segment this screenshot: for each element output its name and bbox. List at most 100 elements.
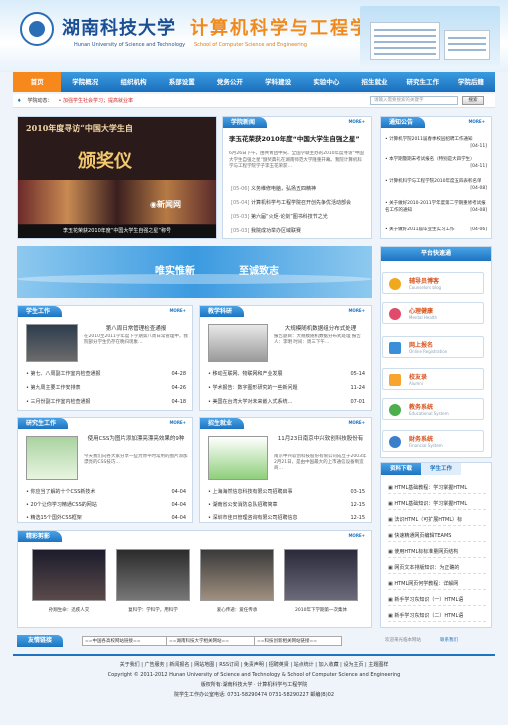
banner-text-2: 至诚致志 [239,266,279,277]
header: 湖南科技大学 计算机科学与工程学院 Hunan University of Sc… [0,0,508,72]
download-item[interactable]: ▣ 新手学习东知识（二）HTML语 [388,610,486,622]
student-work-item[interactable]: • 第九周主要工作安排表 04-26 [26,384,186,392]
alumni-button[interactable]: 校友录 Alumni [382,368,484,390]
footer-link[interactable]: 主题图样 [368,662,388,668]
gallery-photo[interactable] [116,549,190,601]
nav-item-overview[interactable]: 学院概况 [61,72,109,92]
footer-link[interactable]: RSS订阅 [219,662,239,668]
footer-link[interactable]: 招聘英贤 [269,662,289,668]
research-box: 教学科研 MORE+ 大规模随机数据组分布式处理 报告题目：大规模随机数据分布式… [199,305,372,411]
news-item[interactable]: [05-06] 义务维修电脑，弘扬五四精神 [231,185,365,193]
student-work-feature-title[interactable]: 第八周日常管理检查通报 [84,324,188,332]
research-feature-title[interactable]: 大规模随机数据组分布式处理 [274,324,367,332]
footer-link[interactable]: 网站地图 [194,662,214,668]
nav-item-discipline[interactable]: 学科建设 [254,72,302,92]
graduate-work-thumbnail[interactable] [26,436,78,480]
student-work-thumbnail[interactable] [26,324,78,362]
research-item[interactable]: • 移动互联网、物联网和产业发展 05-14 [208,370,365,378]
footer-link[interactable]: 关于我们 [120,662,140,668]
download-item[interactable]: ▣ HTML基础教程：学习掌握HTML [388,482,486,494]
graduate-work-more-link[interactable]: MORE+ [169,420,186,425]
download-item[interactable]: ▣ HTML基础知识：学习掌握HTML [388,498,486,510]
educational-system-button[interactable]: 教务系统 Educational System [382,398,484,420]
notice-item[interactable]: • 关于做好2010-2011学年度第二学期重修考试报名工作的通知 [04-08… [385,201,487,214]
notice-item[interactable]: • 关于做好2011届毕业生实习工作 [04-06] [385,227,487,237]
research-thumbnail[interactable] [208,324,268,362]
footer-link[interactable]: 新闻报名 [169,662,189,668]
downloads-tab[interactable]: 资料下载 [381,463,421,475]
gallery-caption[interactable]: 爱心传递：爱任传承 [200,607,274,613]
download-item[interactable]: ▣ 网页文本排版知识：为正确的 [388,562,486,574]
nav-item-departments[interactable]: 系部设置 [158,72,206,92]
footer-link[interactable]: 广告服务 [145,662,165,668]
nav-item-archive[interactable]: 学院后籍 [447,72,495,92]
footer-link[interactable]: 设为主页 [343,662,363,668]
news-headline[interactable]: 李玉花荣获2010年度“中国大学生自强之星” [229,135,367,144]
nav-item-admission[interactable]: 招生就业 [350,72,398,92]
online-registration-button[interactable]: 网上报名 Online Registration [382,336,484,358]
recruit-item[interactable]: • 深圳市佳日管理咨询有限公司招聘信息 12-15 [208,514,365,522]
announcement-marquee[interactable]: • 加强学生社会学习；提高就业率 [59,97,134,104]
notices-more-link[interactable]: MORE+ [468,119,485,124]
gallery-photo[interactable] [284,549,358,601]
gallery-more-link[interactable]: MORE+ [348,533,365,538]
research-more-link[interactable]: MORE+ [348,308,365,313]
gallery-photo[interactable] [32,549,106,601]
blog-icon [389,278,401,290]
research-item[interactable]: • 美国在台湾大学对未来嵌入式系统… 07-01 [208,398,365,406]
student-work-tab[interactable]: 学生工作 [421,463,461,475]
footer-link[interactable]: 加入收藏 [319,662,339,668]
contact-us-link[interactable]: 联系我们 [440,637,458,643]
gallery-photo[interactable] [200,549,274,601]
innovation-links-select[interactable]: ==科技创新相关网站链接== [254,636,342,646]
research-item[interactable]: • 学术报告：数字图形研究的一些新问题 11-24 [208,384,365,392]
student-work-more-link[interactable]: MORE+ [169,308,186,313]
main-nav: 首页 学院概况 组织机构 系部设置 党务公开 学科建设 实验中心 招生就业 研究… [13,72,495,92]
focus-award-text: 颁奖仪 [78,151,132,172]
news-item[interactable]: [05-03] 我院成功举办区域联赛 [231,227,365,235]
notice-item[interactable]: • 计算机学院2011届春季校园招聘工作通知 [04-11] [385,137,487,150]
recruit-thumbnail[interactable] [208,436,268,480]
footer-link[interactable]: 免责声明 [244,662,264,668]
graduate-work-feature-title[interactable]: 使用CSS为图片添加漂亮漂亮效果的9种 [84,436,188,443]
search-input[interactable]: 请输入需要搜索的关键字 [370,96,458,105]
graduate-work-item[interactable]: • 你应当了解的十个CSS新技术 04-04 [26,488,186,496]
alumni-icon [389,374,401,386]
recruit-feature-title[interactable]: 11月23日南京中兴软创科技股份有 [274,436,367,443]
recruit-item[interactable]: • 上海海然信息科技有限公司招聘启事 03-15 [208,488,365,496]
financial-system-button[interactable]: 财务系统 Financial System [382,430,484,452]
search-button[interactable]: 搜索 [462,96,484,105]
counselor-blog-button[interactable]: 辅导员博客 Counselors blog [382,272,484,294]
focus-caption[interactable]: 李玉花荣获2010年度“中国大学生自强之星”称号 [18,225,216,238]
download-item[interactable]: ▣ 新手学习东知识（一）HTML语 [388,594,486,606]
nav-item-home[interactable]: 首页 [13,72,62,92]
graduate-work-title: 研究生工作 [18,418,69,429]
page: 湖南科技大学 计算机科学与工程学院 Hunan University of Sc… [0,0,508,725]
mental-health-button[interactable]: 心理健康 Mental Health [382,302,484,324]
hnust-links-select[interactable]: ==湖南科技大学相关网站== [166,636,256,646]
news-more-link[interactable]: MORE+ [348,119,365,124]
university-links-select[interactable]: ==中国各高校网站链接== [82,636,172,646]
nav-item-party-affairs[interactable]: 党务公开 [206,72,254,92]
recruit-more-link[interactable]: MORE+ [348,420,365,425]
download-item[interactable]: ▣ HTML网页何学教程：详解网 [388,578,486,590]
notice-item[interactable]: • 本学期暨期末考试报名（特别是大四学生） [04-11] [385,157,487,170]
download-item[interactable]: ▣ 快速精通网页编辑TEAMS [388,530,486,542]
download-item[interactable]: ▣ 法识HTML（可扩展HTML）标 [388,514,486,526]
student-work-item[interactable]: • 第七、八周副工作室内检查通报 04-28 [26,370,186,378]
gallery-caption[interactable]: 2010年下学期第一次集体 [284,607,358,613]
graduate-work-item[interactable]: • 精选15个国外CSS框架 04-04 [26,514,186,522]
footer-link[interactable]: 站点统计 [294,662,314,668]
notice-item[interactable]: • 计算机科学与工程学院2010年度五四表彰名单 [04-08] [385,179,487,192]
student-work-item[interactable]: • 三月份副工作室内检查通报 04-18 [26,398,186,406]
gallery-caption[interactable]: 孙翔生命：迅疾人交 [32,607,106,613]
recruit-item[interactable]: • 湖南省公安消防总队招聘简章 12-15 [208,501,365,509]
nav-item-lab-center[interactable]: 实验中心 [302,72,350,92]
news-item[interactable]: [05-04] 计算机科学与工程学院召开创先争优活动部会 [231,199,365,207]
news-item[interactable]: [05-03] 第六届“火炬·论剑”图书科技节之光 [231,213,365,221]
gallery-caption[interactable]: 复科学：学科学，用科学 [116,607,190,613]
graduate-work-item[interactable]: • 20个让你学习精通CSS的网站 04-04 [26,501,186,509]
download-item[interactable]: ▣ 使用HTML标标准量网页结构 [388,546,486,558]
nav-item-organization[interactable]: 组织机构 [109,72,157,92]
nav-item-graduate[interactable]: 研究生工作 [399,72,447,92]
